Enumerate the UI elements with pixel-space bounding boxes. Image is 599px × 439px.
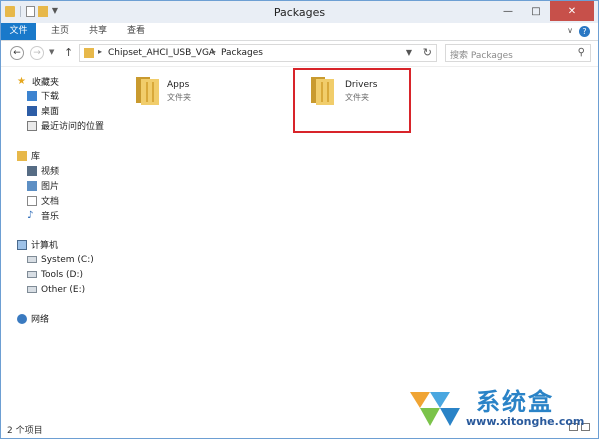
- drive-icon: [27, 256, 37, 263]
- chevron-right-icon[interactable]: ▸: [98, 47, 102, 56]
- computer-icon: [17, 239, 27, 250]
- sidebar-item-drive-d[interactable]: Tools (D:): [27, 268, 83, 281]
- forward-button[interactable]: →: [30, 46, 44, 60]
- sidebar-item-label: 桌面: [41, 107, 60, 117]
- tab-file[interactable]: 文件: [1, 23, 36, 40]
- sidebar-item-label: 音乐: [41, 212, 60, 222]
- up-button[interactable]: ↑: [64, 46, 73, 59]
- sidebar-item-label: Other (E:): [41, 284, 86, 295]
- drive-icon: [27, 286, 37, 293]
- minimize-icon: —: [503, 5, 513, 17]
- folder-icon[interactable]: [132, 73, 166, 107]
- sidebar-item-label: 库: [31, 152, 41, 162]
- download-icon: [27, 90, 37, 101]
- watermark-url: www.xitonghe.com: [466, 415, 585, 428]
- tab-home[interactable]: 主页: [43, 23, 77, 40]
- breadcrumb-chipset[interactable]: Chipset_AHCI_USB_VGA: [108, 48, 215, 58]
- address-bar[interactable]: ▸ Chipset_AHCI_USB_VGA ▸ Packages ▼ ↻: [79, 44, 437, 62]
- video-icon: [27, 165, 37, 176]
- sidebar-item-favorites[interactable]: ★ 收藏夹: [17, 75, 59, 88]
- maximize-icon: □: [531, 5, 541, 17]
- sidebar-item-computer[interactable]: 计算机: [17, 238, 58, 251]
- close-button[interactable]: ✕: [550, 1, 594, 21]
- sidebar-item-videos[interactable]: 视频: [27, 164, 59, 177]
- picture-icon: [27, 180, 37, 191]
- sidebar-item-label: 视频: [41, 167, 60, 177]
- close-icon: ✕: [567, 5, 577, 17]
- expand-ribbon-icon[interactable]: ∨: [567, 26, 573, 37]
- sidebar-item-recent[interactable]: 最近访问的位置: [27, 119, 104, 132]
- sidebar-item-downloads[interactable]: 下载: [27, 89, 59, 102]
- sidebar-item-network[interactable]: 网络: [17, 312, 49, 325]
- search-icon[interactable]: ⚲: [578, 47, 585, 58]
- recent-places-icon: [27, 120, 37, 131]
- explorer-window: ▼ Packages — □ ✕ 文件 主页 共享 查看 ∨ ? ← → ▼ ↑…: [0, 0, 599, 439]
- navigation-pane: ★ 收藏夹 下载 桌面 最近访问的位置 库 视频 图片 文档 ♪ 音乐 计算机 …: [1, 67, 115, 415]
- sidebar-item-label: 网络: [31, 315, 50, 325]
- ribbon-tabs: 文件 主页 共享 查看 ∨ ?: [1, 23, 598, 41]
- search-box[interactable]: 搜索 Packages ⚲: [445, 44, 591, 62]
- document-icon: [27, 195, 37, 206]
- arrow-right-icon: →: [33, 48, 41, 58]
- star-icon: ★: [17, 75, 26, 87]
- file-list: Apps 文件夹 Drivers 文件夹: [119, 67, 598, 415]
- watermark-text: 系统盒: [476, 388, 554, 416]
- sidebar-item-label: 收藏夹: [32, 78, 60, 88]
- library-icon: [17, 150, 27, 161]
- help-icon[interactable]: ?: [579, 26, 590, 37]
- refresh-icon[interactable]: ↻: [423, 46, 432, 59]
- sidebar-item-label: Tools (D:): [41, 269, 84, 280]
- sidebar-item-documents[interactable]: 文档: [27, 194, 59, 207]
- file-name-apps[interactable]: Apps: [167, 80, 189, 90]
- sidebar-item-label: 文档: [41, 197, 60, 207]
- arrow-left-icon: ←: [13, 48, 21, 58]
- chevron-right-icon[interactable]: ▸: [212, 47, 216, 56]
- back-button[interactable]: ←: [10, 46, 24, 60]
- sidebar-item-drive-c[interactable]: System (C:): [27, 253, 94, 266]
- network-icon: [17, 313, 27, 324]
- ribbon-help-group: ∨ ?: [567, 26, 590, 37]
- sidebar-item-label: 图片: [41, 182, 60, 192]
- desktop-icon: [27, 105, 37, 116]
- drive-icon: [27, 271, 37, 278]
- item-count: 2 个项目: [7, 426, 43, 436]
- breadcrumb-packages[interactable]: Packages: [221, 48, 263, 58]
- sidebar-item-label: 最近访问的位置: [41, 122, 105, 132]
- navigation-bar: ← → ▼ ↑ ▸ Chipset_AHCI_USB_VGA ▸ Package…: [1, 41, 598, 67]
- address-dropdown-icon[interactable]: ▼: [406, 48, 412, 57]
- recent-locations-dropdown[interactable]: ▼: [49, 48, 54, 56]
- highlight-box: [293, 68, 411, 133]
- folder-icon: [84, 48, 94, 58]
- music-icon: ♪: [27, 209, 34, 221]
- watermark-logo-icon: [410, 392, 460, 426]
- sidebar-item-desktop[interactable]: 桌面: [27, 104, 59, 117]
- maximize-button[interactable]: □: [522, 1, 550, 21]
- sidebar-item-music[interactable]: ♪ 音乐: [27, 209, 59, 222]
- sidebar-item-pictures[interactable]: 图片: [27, 179, 59, 192]
- sidebar-item-libraries[interactable]: 库: [17, 149, 40, 162]
- sidebar-item-label: System (C:): [41, 254, 94, 265]
- tab-share[interactable]: 共享: [81, 23, 115, 40]
- sidebar-item-label: 下载: [41, 92, 60, 102]
- sidebar-item-drive-e[interactable]: Other (E:): [27, 283, 85, 296]
- file-type-apps: 文件夹: [167, 93, 191, 102]
- window-controls: — □ ✕: [494, 1, 594, 21]
- watermark: 系统盒 www.xitonghe.com: [406, 382, 591, 432]
- sidebar-item-label: 计算机: [31, 241, 59, 251]
- tab-view[interactable]: 查看: [119, 23, 153, 40]
- title-bar: ▼ Packages — □ ✕: [1, 1, 598, 23]
- search-input[interactable]: 搜索 Packages: [450, 48, 513, 61]
- minimize-button[interactable]: —: [494, 1, 522, 21]
